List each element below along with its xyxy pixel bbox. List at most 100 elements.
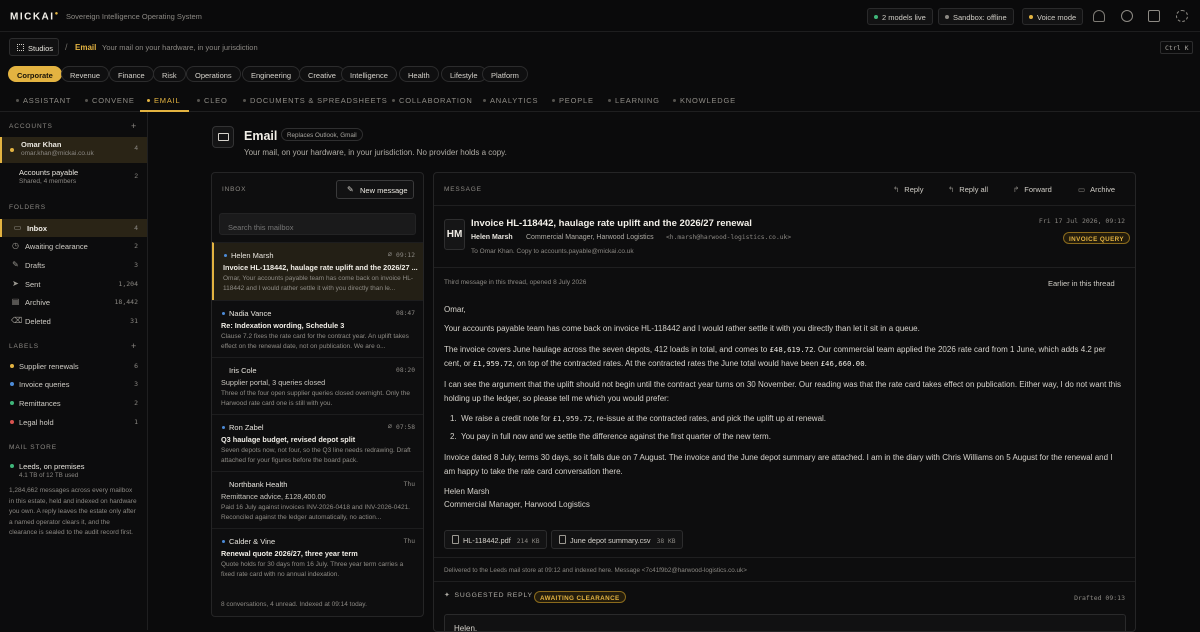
message-row[interactable]: Calder & Vine Thu Renewal quote 2026/27, t… <box>212 528 423 585</box>
tab-knowledge[interactable]: KNOWLEDGE <box>673 96 736 105</box>
chip-platform[interactable]: Platform <box>482 66 528 82</box>
store-name: Leeds, on premises <box>19 462 85 471</box>
tab-dot <box>483 98 486 102</box>
account-email: omar.khan@mickai.co.uk <box>21 150 94 157</box>
compose-icon: ✎ <box>347 185 354 194</box>
label-color-dot <box>10 420 14 424</box>
tab-documents-spreadsheets[interactable]: DOCUMENTS & SPREADSHEETS <box>243 96 388 105</box>
message-row[interactable]: Northbank Health Thu Remittance advice, £1… <box>212 471 423 528</box>
new-message-button[interactable]: ✎ New message <box>336 180 414 199</box>
store-usage: 4.1 TB of 12 TB used <box>19 472 79 479</box>
sandbox-status[interactable]: Sandbox: offline <box>938 8 1014 25</box>
archive-icon: ▤ <box>11 297 20 306</box>
sender-name[interactable]: Helen Marsh <box>471 234 513 241</box>
folder-label: Awaiting clearance <box>25 242 88 251</box>
store-status-dot <box>10 464 14 468</box>
label-invoice-queries[interactable]: Invoice queries 3 <box>0 375 147 393</box>
folder-deleted[interactable]: ⌫ Deleted 31 <box>0 312 147 330</box>
chip-engineering[interactable]: Engineering <box>242 66 301 82</box>
tab-assistant[interactable]: ASSISTANT <box>16 96 71 105</box>
archive-button[interactable]: ▭ Archive <box>1078 185 1115 194</box>
mailbox-search-input[interactable] <box>219 213 416 235</box>
folder-sent[interactable]: ➤ Sent 1,204 <box>0 275 147 293</box>
breadcrumb-email[interactable]: Email <box>75 43 96 52</box>
tab-people[interactable]: PEOPLE <box>552 96 594 105</box>
attachment-csv[interactable]: June depot summary.csv 38 KB <box>551 530 683 549</box>
thread-info: Third message in this thread, opened 8 J… <box>444 279 587 286</box>
message-time: 08:47 <box>396 310 415 317</box>
message-preview: Paid 16 July against invoices INV-2026-0… <box>221 504 410 521</box>
folder-drafts[interactable]: ✎ Drafts 3 <box>0 256 147 274</box>
user-icon[interactable] <box>1093 10 1105 22</box>
message-row[interactable]: Helen Marsh ⌀ 09:12 Invoice HL-118442, haul… <box>212 242 423 300</box>
invoice-query-badge: INVOICE QUERY <box>1063 232 1130 244</box>
message-subject: Supplier portal, 3 queries closed <box>221 378 326 387</box>
reply-all-button[interactable]: ↰ Reply all <box>948 185 988 194</box>
settings-gear-icon[interactable] <box>1176 10 1188 22</box>
label-supplier-renewals[interactable]: Supplier renewals 6 <box>0 357 147 375</box>
message-row[interactable]: Iris Cole 08:20 Supplier portal, 3 queries… <box>212 357 423 414</box>
inbox-icon: ▭ <box>13 223 22 232</box>
label-legal-hold[interactable]: Legal hold 1 <box>0 413 147 431</box>
account-count: 2 <box>134 173 138 180</box>
command-shortcut[interactable]: Ctrl K <box>1160 41 1194 54</box>
reply-button[interactable]: ↰ Reply <box>893 185 923 194</box>
label-remittances[interactable]: Remittances 2 <box>0 394 147 412</box>
tab-dot <box>197 98 200 102</box>
tab-cleo[interactable]: CLEO <box>197 96 228 105</box>
apps-grid-icon[interactable] <box>1148 10 1160 22</box>
help-icon[interactable] <box>1121 10 1133 22</box>
models-status[interactable]: 2 models live <box>867 8 933 25</box>
label-count: 2 <box>134 399 138 407</box>
add-label-icon[interactable]: + <box>131 341 136 351</box>
message-sender: Ron Zabel <box>229 423 264 432</box>
chip-intelligence[interactable]: Intelligence <box>341 66 397 82</box>
module-tabs: ASSISTANT CONVENE EMAIL CLEO DOCUMENTS & SPR… <box>0 88 1200 112</box>
tab-learning[interactable]: LEARNING <box>608 96 660 105</box>
attachment-pdf[interactable]: HL-118442.pdf 214 KB <box>444 530 547 549</box>
message-heading: MESSAGE <box>444 186 482 193</box>
label-count: 1 <box>134 418 138 426</box>
tab-convene[interactable]: CONVENE <box>85 96 135 105</box>
chip-risk[interactable]: Risk <box>153 66 186 82</box>
folder-awaiting-clearance[interactable]: ◷ Awaiting clearance 2 <box>0 237 147 255</box>
studios-button[interactable]: Studios <box>9 38 59 56</box>
chip-health[interactable]: Health <box>399 66 439 82</box>
file-icon <box>559 535 566 544</box>
add-account-icon[interactable]: + <box>131 121 136 131</box>
tab-dot <box>147 98 150 102</box>
folder-label: Inbox <box>27 224 47 233</box>
tab-dot <box>243 98 246 102</box>
message-row[interactable]: Nadia Vance 08:47 Re: Indexation wording, … <box>212 300 423 357</box>
chip-revenue[interactable]: Revenue <box>61 66 110 82</box>
account-omar-khan[interactable]: Omar Khan omar.khan@mickai.co.uk 4 <box>0 137 147 163</box>
forward-button[interactable]: ↱ Forward <box>1013 185 1052 194</box>
tab-analytics[interactable]: ANALYTICS <box>483 96 538 105</box>
folder-inbox[interactable]: ▭ Inbox 4 <box>0 219 147 237</box>
voice-mode-toggle[interactable]: Voice mode <box>1022 8 1084 25</box>
message-preview: Seven depots now, not four, so the Q3 li… <box>221 447 411 464</box>
chip-operations[interactable]: Operations <box>186 66 241 82</box>
message-time: Thu <box>403 481 415 488</box>
tab-collaboration[interactable]: COLLABORATION <box>392 96 473 105</box>
tab-email[interactable]: EMAIL <box>147 96 181 105</box>
app-logo[interactable]: MICKAI● <box>10 11 60 22</box>
chip-creative[interactable]: Creative <box>299 66 345 82</box>
sender-address[interactable]: <h.marsh@harwood-logistics.co.uk> <box>666 234 791 241</box>
chip-finance[interactable]: Finance <box>109 66 154 82</box>
label-name: Supplier renewals <box>19 362 79 371</box>
suggested-reply-draft[interactable]: Helen, <box>444 614 1126 631</box>
chip-lifestyle[interactable]: Lifestyle <box>441 66 487 82</box>
folder-label: Drafts <box>25 261 46 270</box>
greeting: Omar, <box>444 305 466 314</box>
earlier-in-thread-link[interactable]: Earlier in this thread <box>1048 279 1115 288</box>
pencil-icon: ✎ <box>12 260 19 269</box>
account-accounts-payable[interactable]: Accounts payable Shared, 4 members 2 <box>0 165 147 191</box>
folder-archive[interactable]: ▤ Archive 18,442 <box>0 293 147 311</box>
message-time: Thu <box>403 538 415 545</box>
tab-dot <box>552 98 555 102</box>
tab-dot <box>16 98 19 102</box>
chip-corporate[interactable]: Corporate <box>8 66 62 82</box>
message-preview: Clause 7.2 fixes the rate card for the c… <box>221 333 409 350</box>
message-row[interactable]: Ron Zabel ⌀ 07:58 Q3 haulage budget, revise… <box>212 414 423 471</box>
